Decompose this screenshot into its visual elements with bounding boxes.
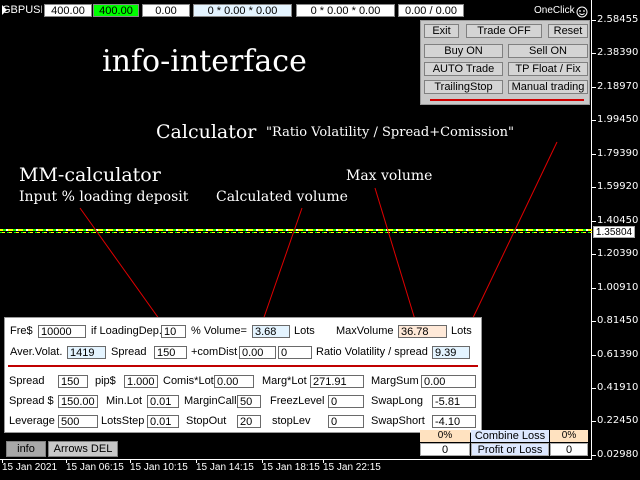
pip-value: 1.000 bbox=[124, 375, 158, 388]
price-label: 1.59920 bbox=[597, 181, 639, 193]
price-label: 0.81450 bbox=[597, 315, 639, 327]
lotsstep-label: LotsStep bbox=[101, 415, 145, 427]
aver-volat-label: Aver.Volat. bbox=[10, 346, 63, 358]
freez-label: FreezLevel bbox=[270, 395, 325, 407]
price-tick bbox=[592, 220, 596, 222]
time-label: 15 Jan 2021 bbox=[2, 462, 58, 473]
profit-loss-label: Profit or Loss bbox=[471, 443, 549, 456]
spread-value-r2[interactable]: 150 bbox=[154, 346, 187, 359]
price-tick bbox=[592, 454, 596, 456]
swapshort-label: SwapShort bbox=[371, 415, 425, 427]
price-label: 2.58455 bbox=[597, 14, 639, 25]
spread-label-r2: Spread bbox=[111, 346, 147, 358]
marg-value: 271.91 bbox=[310, 375, 364, 388]
combine-loss-right: 0% bbox=[550, 430, 588, 442]
price-label: 1.79390 bbox=[597, 147, 639, 159]
price-label: 1.99450 bbox=[597, 114, 639, 126]
ratio-label: Ratio Volatility / spread bbox=[316, 346, 428, 358]
minlot-label: Min.Lot bbox=[106, 395, 143, 407]
ratio-value: 9.39 bbox=[432, 346, 470, 359]
lots-label: Lots bbox=[294, 325, 315, 337]
price-tick bbox=[592, 354, 596, 356]
tab-info[interactable]: info bbox=[6, 441, 46, 457]
maxvolume-label: MaxVolume bbox=[336, 325, 394, 337]
price-tick bbox=[592, 53, 596, 55]
profit-loss-right: 0 bbox=[550, 443, 588, 456]
time-label: 15 Jan 22:15 bbox=[323, 462, 381, 473]
price-tick bbox=[592, 254, 596, 256]
price-label: 1.20390 bbox=[597, 248, 639, 260]
price-tick bbox=[592, 387, 596, 389]
spread-usd-value: 150.00 bbox=[58, 395, 98, 408]
loading-input[interactable]: 10 bbox=[161, 325, 186, 338]
freez-value: 0 bbox=[328, 395, 364, 408]
stopout-label: StopOut bbox=[186, 415, 227, 427]
spread-value: 150 bbox=[58, 375, 88, 388]
if-loading-label: if LoadingDep. bbox=[91, 325, 162, 337]
leverage-value: 500 bbox=[58, 415, 98, 428]
volume-value: 3.68 bbox=[252, 325, 290, 338]
fre-input[interactable]: 10000 bbox=[38, 325, 86, 338]
marg-label: Marg*Lot bbox=[262, 375, 307, 387]
swapshort-value: -4.10 bbox=[432, 415, 476, 428]
combine-loss-left: 0% bbox=[420, 430, 470, 442]
price-tick bbox=[592, 153, 596, 155]
comis-value: 0.00 bbox=[214, 375, 254, 388]
spread-label: Spread bbox=[9, 375, 45, 387]
time-label: 15 Jan 14:15 bbox=[196, 462, 254, 473]
price-label: 0.41910 bbox=[597, 381, 639, 393]
comdist-value-2[interactable]: 0 bbox=[278, 346, 312, 359]
pip-label: pip$ bbox=[95, 375, 116, 387]
tab-arrows-del[interactable]: Arrows DEL bbox=[48, 441, 118, 457]
time-label: 15 Jan 18:15 bbox=[262, 462, 320, 473]
price-label: 0.02980 bbox=[597, 448, 639, 460]
price-label: 0.61390 bbox=[597, 348, 639, 360]
price-tick bbox=[592, 187, 596, 189]
minlot-value: 0.01 bbox=[147, 395, 179, 408]
price-label: 1.00910 bbox=[597, 281, 639, 293]
maxvolume-value: 36.78 bbox=[398, 325, 447, 338]
price-label: 0.22450 bbox=[597, 415, 639, 427]
panel-divider bbox=[8, 365, 478, 367]
price-tick bbox=[592, 421, 596, 423]
combine-loss-label: Combine Loss bbox=[471, 430, 549, 442]
comis-label: Comis*Lot bbox=[163, 375, 214, 387]
margincall-value: 50 bbox=[237, 395, 261, 408]
price-label: 1.40450 bbox=[597, 214, 639, 226]
stoplev-label: stopLev bbox=[272, 415, 311, 427]
price-tick bbox=[592, 120, 596, 122]
price-label: 2.18970 bbox=[597, 80, 639, 92]
comdist-label: +comDist bbox=[191, 346, 238, 358]
lotsstep-value: 0.01 bbox=[147, 415, 179, 428]
price-tick bbox=[592, 287, 596, 289]
spread-usd-label: Spread $ bbox=[9, 395, 54, 407]
margsum-label: MargSum bbox=[371, 375, 419, 387]
time-label: 15 Jan 06:15 bbox=[66, 462, 124, 473]
stoplev-value: 0 bbox=[328, 415, 364, 428]
price-tick bbox=[592, 86, 596, 88]
pct-volume-label: % Volume= bbox=[191, 325, 247, 337]
swaplong-value: -5.81 bbox=[432, 395, 476, 408]
price-tick bbox=[592, 20, 596, 21]
aver-volat-value: 1419 bbox=[67, 346, 106, 359]
margsum-value: 0.00 bbox=[421, 375, 476, 388]
margincall-label: MarginCall bbox=[184, 395, 237, 407]
profit-loss-left: 0 bbox=[420, 443, 470, 456]
fre-label: Fre$ bbox=[10, 325, 33, 337]
swaplong-label: SwapLong bbox=[371, 395, 423, 407]
time-label: 15 Jan 10:15 bbox=[130, 462, 188, 473]
stopout-value: 20 bbox=[237, 415, 261, 428]
comdist-value-1[interactable]: 0.00 bbox=[239, 346, 276, 359]
price-label: 2.38390 bbox=[597, 47, 639, 59]
leverage-label: Leverage bbox=[9, 415, 55, 427]
price-tick bbox=[592, 321, 596, 323]
current-price-box: 1.35804 bbox=[593, 226, 635, 238]
lots-label-2: Lots bbox=[451, 325, 472, 337]
